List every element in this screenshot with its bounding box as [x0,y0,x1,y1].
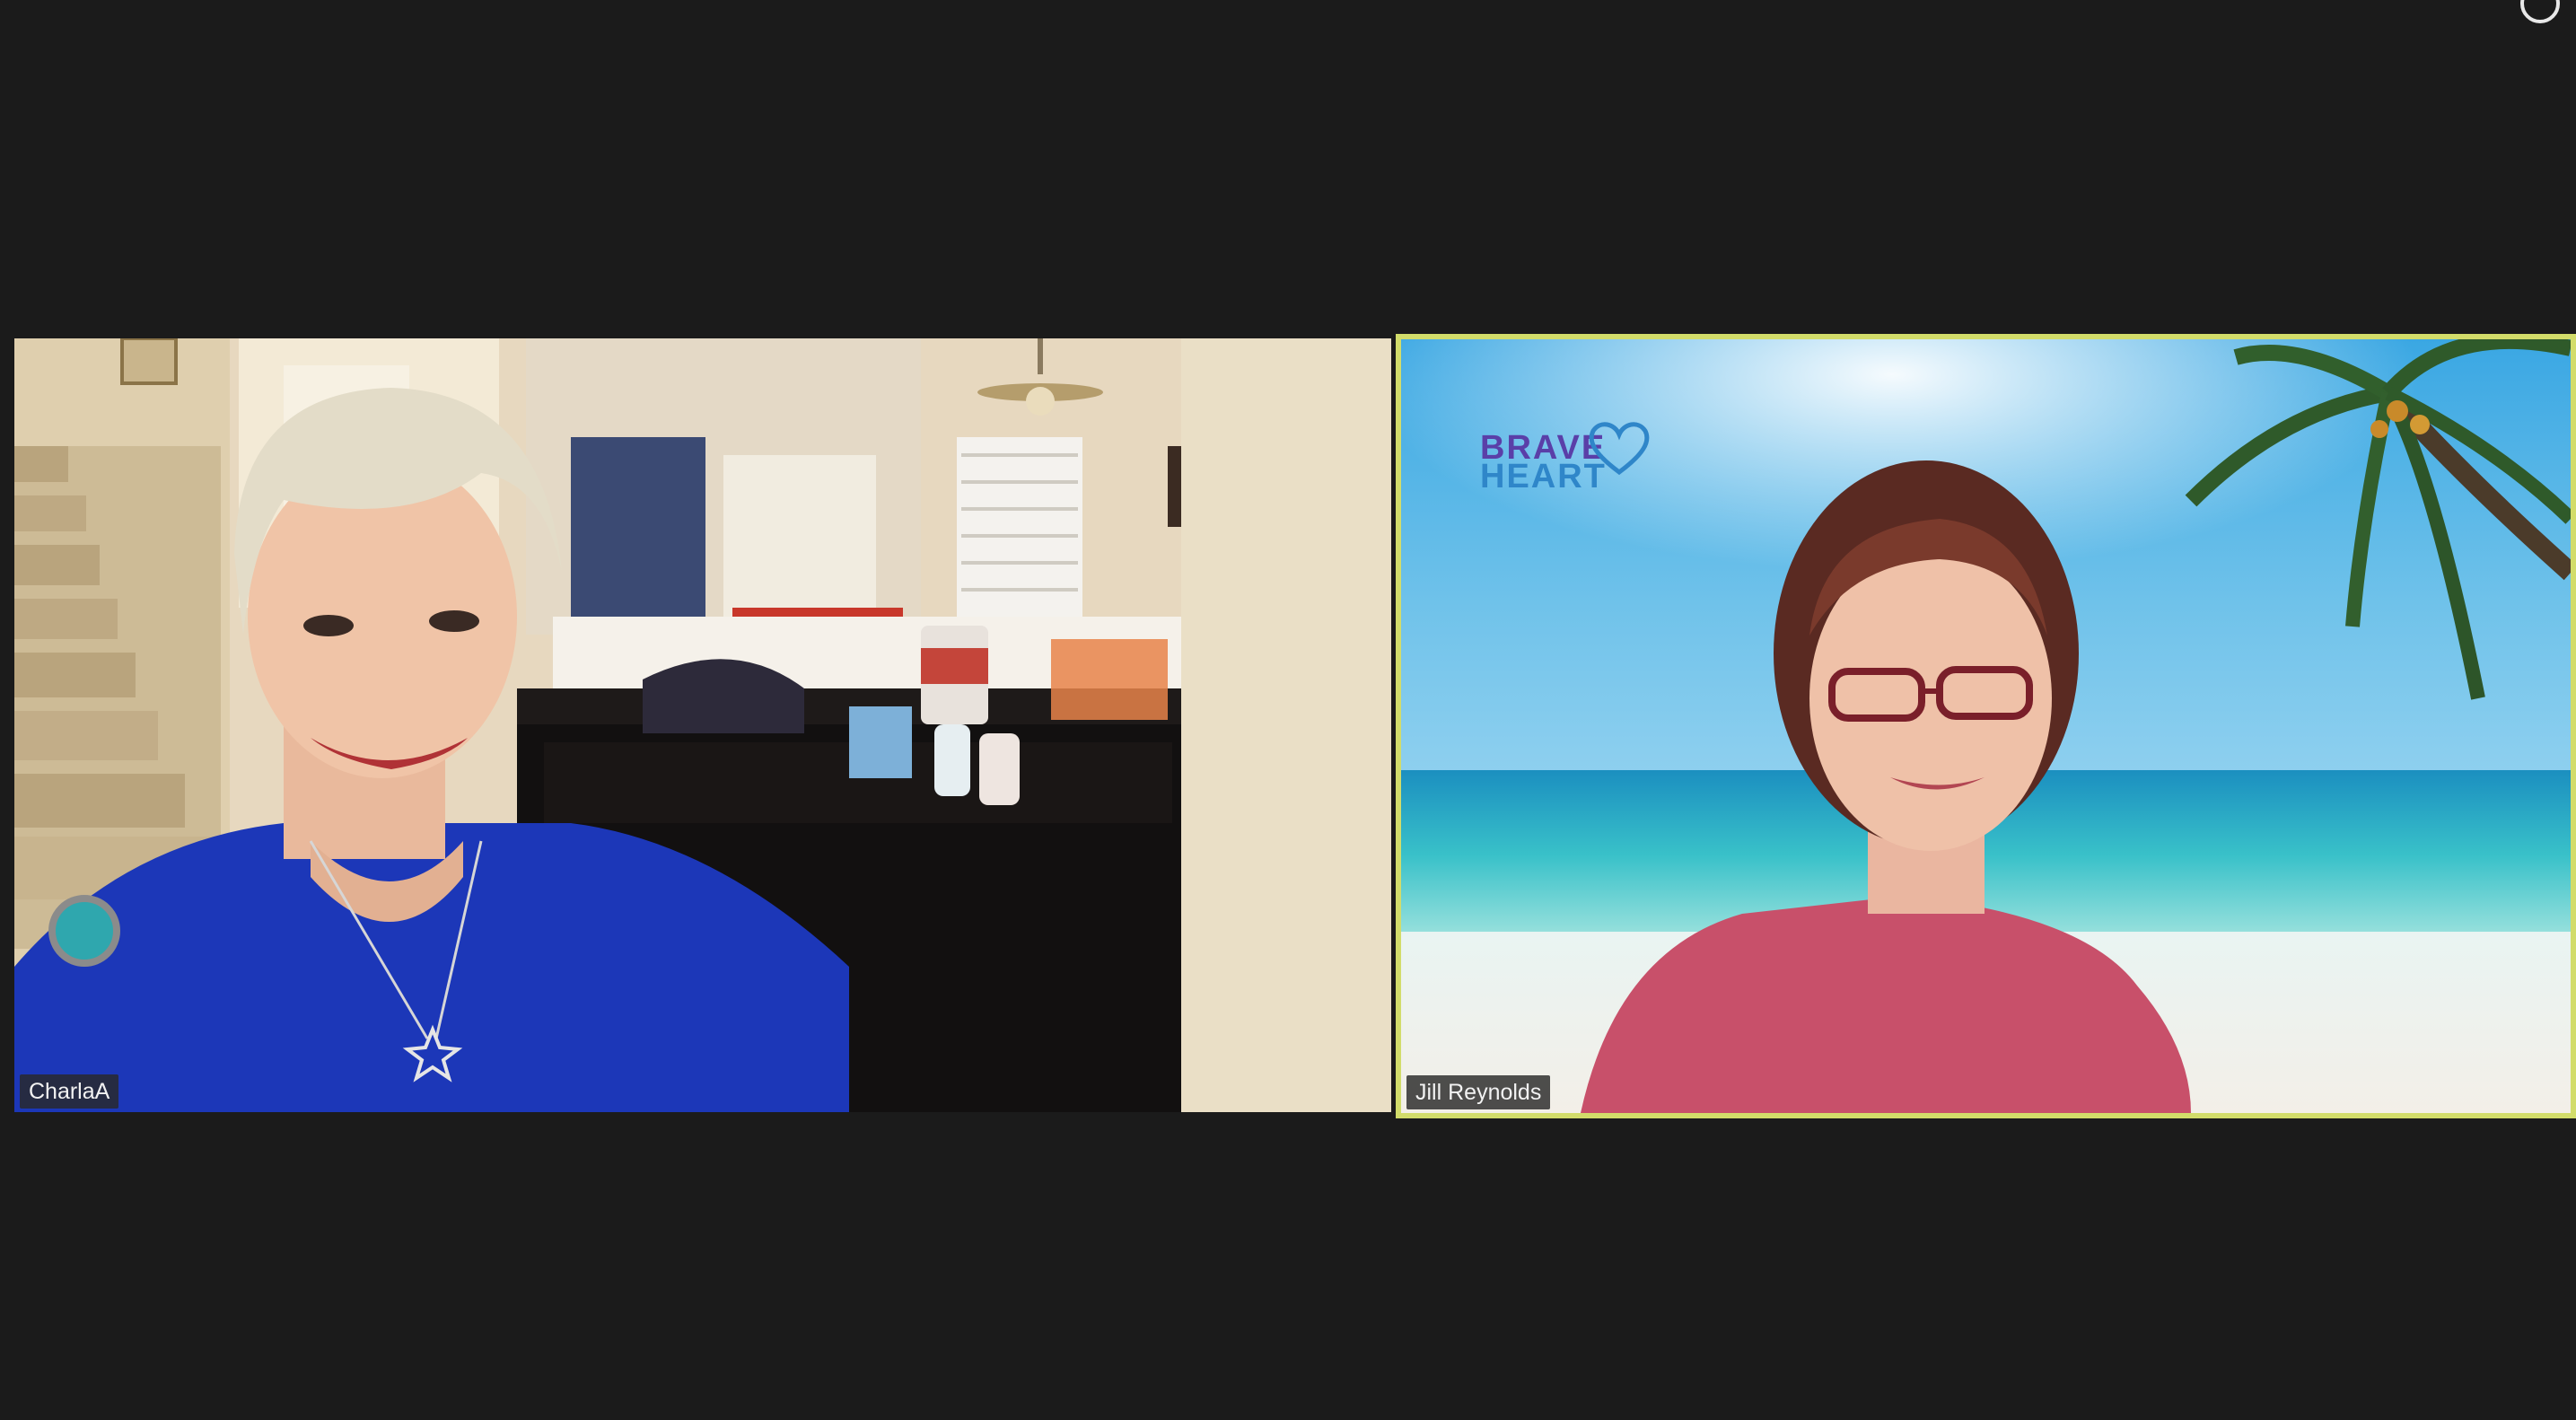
participant-video-feed [14,338,1391,1112]
participant-video-tile-jill-reynolds[interactable]: BRAVE HEART Jill Reynolds [1396,334,2576,1118]
status-circle-icon [2520,0,2560,23]
meeting-gallery-view: CharlaA BRAVE HEART Jill Reynolds [0,0,2576,1420]
participant-video-tile-charlaa[interactable]: CharlaA [14,338,1391,1112]
participant-name-label: CharlaA [20,1074,119,1109]
participant-name-label: Jill Reynolds [1406,1075,1551,1109]
brave-heart-logo: BRAVE HEART [1480,420,1651,506]
heart-icon [1589,422,1650,476]
